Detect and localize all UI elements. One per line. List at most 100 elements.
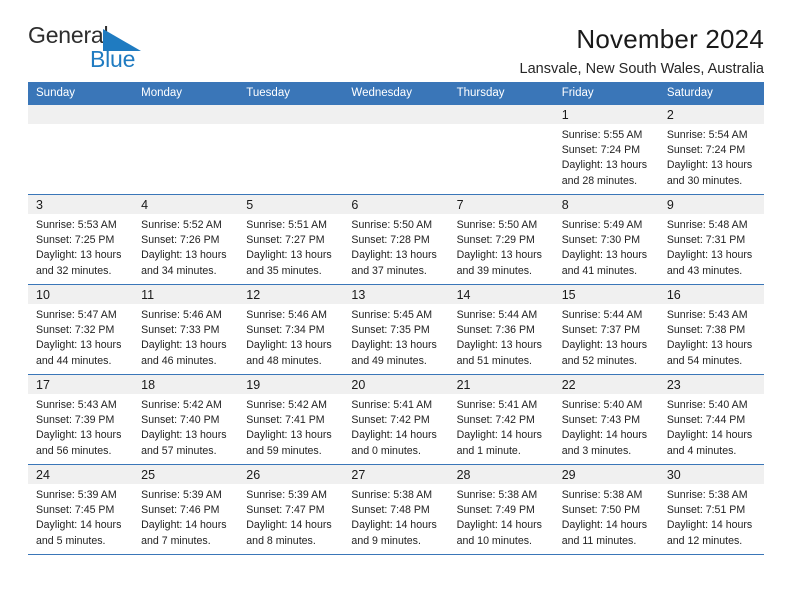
calendar-day-cell[interactable]: 2 Sunrise: 5:54 AM Sunset: 7:24 PM Daylight…: [658, 104, 764, 195]
calendar-day-cell[interactable]: 12 Sunrise: 5:46 AM Sunset: 7:34 PM Dayligh…: [238, 284, 344, 375]
day-details: Sunrise: 5:39 AM Sunset: 7:45 PM Daylight:…: [28, 484, 133, 549]
calendar-day-cell[interactable]: 4 Sunrise: 5:52 AM Sunset: 7:26 PM Daylight…: [133, 194, 239, 285]
weekday-header-tuesday: Tuesday: [238, 82, 344, 105]
calendar-day-cell[interactable]: 23 Sunrise: 5:40 AM Sunset: 7:44 PM Dayligh…: [658, 374, 764, 465]
daylight-text: Daylight: 13 hours and 30 minutes.: [666, 159, 753, 187]
sunrise-text: Sunrise: 5:52 AM: [141, 219, 222, 231]
sunset-text: Sunset: 7:35 PM: [351, 324, 430, 337]
daylight-text: Daylight: 14 hours and 1 minute.: [456, 429, 542, 457]
sunset-text: Sunset: 7:24 PM: [666, 144, 746, 157]
calendar-day-cell[interactable]: 14 Sunrise: 5:44 AM Sunset: 7:36 PM Dayligh…: [448, 284, 554, 375]
day-number: 29: [553, 465, 659, 484]
sunset-text: Sunset: 7:43 PM: [561, 414, 641, 427]
page-header: General Blue November 2024 Lansvale, New…: [28, 0, 764, 78]
sunset-text: Sunset: 7:26 PM: [141, 234, 220, 247]
calendar-day-cell[interactable]: 21 Sunrise: 5:41 AM Sunset: 7:42 PM Dayligh…: [448, 374, 554, 465]
page-subtitle: Lansvale, New South Wales, Australia: [519, 61, 764, 78]
day-details: Sunrise: 5:54 AM Sunset: 7:24 PM Daylight:…: [659, 124, 764, 189]
weekday-header-thursday: Thursday: [448, 82, 554, 105]
sunrise-text: Sunrise: 5:51 AM: [246, 219, 327, 231]
sunset-text: Sunset: 7:46 PM: [141, 504, 220, 517]
day-details: Sunrise: 5:43 AM Sunset: 7:38 PM Daylight:…: [659, 304, 764, 369]
calendar-day-cell[interactable]: 10 Sunrise: 5:47 AM Sunset: 7:32 PM Dayligh…: [28, 284, 134, 375]
daylight-text: Daylight: 13 hours and 48 minutes.: [246, 339, 332, 367]
day-details: Sunrise: 5:38 AM Sunset: 7:49 PM Daylight:…: [449, 484, 554, 549]
sunset-text: Sunset: 7:50 PM: [561, 504, 641, 517]
calendar-body: 1 Sunrise: 5:55 AM Sunset: 7:24 PM Daylight…: [28, 104, 764, 555]
day-details: Sunrise: 5:49 AM Sunset: 7:30 PM Daylight:…: [554, 214, 659, 279]
day-number: 11: [133, 285, 239, 304]
calendar-day-cell[interactable]: 24 Sunrise: 5:39 AM Sunset: 7:45 PM Dayligh…: [28, 464, 134, 555]
sunset-text: Sunset: 7:36 PM: [456, 324, 535, 337]
day-number: 6: [343, 195, 449, 214]
calendar-day-cell[interactable]: 20 Sunrise: 5:41 AM Sunset: 7:42 PM Dayligh…: [343, 374, 449, 465]
calendar-page: General Blue November 2024 Lansvale, New…: [0, 0, 792, 612]
sunset-text: Sunset: 7:30 PM: [561, 234, 641, 247]
calendar-day-cell[interactable]: 16 Sunrise: 5:43 AM Sunset: 7:38 PM Dayligh…: [658, 284, 764, 375]
day-number: 30: [658, 465, 764, 484]
calendar-day-cell-empty: [28, 104, 134, 195]
calendar-day-cell[interactable]: 18 Sunrise: 5:42 AM Sunset: 7:40 PM Dayligh…: [133, 374, 239, 465]
sunrise-text: Sunrise: 5:38 AM: [351, 489, 433, 501]
daylight-text: Daylight: 13 hours and 35 minutes.: [246, 249, 332, 277]
day-number: [343, 105, 449, 124]
day-number: [448, 105, 554, 124]
calendar-week-row: 3 Sunrise: 5:53 AM Sunset: 7:25 PM Daylight…: [28, 194, 764, 285]
calendar-table: Sunday Monday Tuesday Wednesday Thursday…: [28, 82, 764, 555]
sunrise-text: Sunrise: 5:48 AM: [666, 219, 748, 231]
calendar-day-cell[interactable]: 1 Sunrise: 5:55 AM Sunset: 7:24 PM Daylight…: [553, 104, 659, 195]
calendar-day-cell[interactable]: 13 Sunrise: 5:45 AM Sunset: 7:35 PM Dayligh…: [343, 284, 449, 375]
day-number: 16: [658, 285, 764, 304]
calendar-day-cell[interactable]: 22 Sunrise: 5:40 AM Sunset: 7:43 PM Dayligh…: [553, 374, 659, 465]
day-details: Sunrise: 5:52 AM Sunset: 7:26 PM Daylight:…: [133, 214, 238, 279]
day-number: 2: [658, 105, 764, 124]
calendar-week-row: 17 Sunrise: 5:43 AM Sunset: 7:39 PM Dayligh…: [28, 374, 764, 465]
daylight-text: Daylight: 14 hours and 0 minutes.: [351, 429, 437, 457]
day-details: Sunrise: 5:47 AM Sunset: 7:32 PM Daylight:…: [28, 304, 133, 369]
general-blue-logo[interactable]: General Blue: [28, 24, 158, 76]
calendar-day-cell[interactable]: 30 Sunrise: 5:38 AM Sunset: 7:51 PM Dayligh…: [658, 464, 764, 555]
sunset-text: Sunset: 7:38 PM: [666, 324, 746, 337]
sunrise-text: Sunrise: 5:46 AM: [141, 309, 222, 321]
calendar-day-cell[interactable]: 6 Sunrise: 5:50 AM Sunset: 7:28 PM Daylight…: [343, 194, 449, 285]
day-details: Sunrise: 5:46 AM Sunset: 7:34 PM Daylight:…: [238, 304, 343, 369]
sunset-text: Sunset: 7:40 PM: [141, 414, 220, 427]
sunset-text: Sunset: 7:41 PM: [246, 414, 325, 427]
sunset-text: Sunset: 7:42 PM: [456, 414, 535, 427]
daylight-text: Daylight: 14 hours and 9 minutes.: [351, 519, 437, 547]
daylight-text: Daylight: 14 hours and 10 minutes.: [456, 519, 542, 547]
day-details: Sunrise: 5:39 AM Sunset: 7:47 PM Daylight:…: [238, 484, 343, 549]
weekday-header-monday: Monday: [133, 82, 239, 105]
daylight-text: Daylight: 13 hours and 52 minutes.: [561, 339, 648, 367]
daylight-text: Daylight: 14 hours and 11 minutes.: [561, 519, 648, 547]
sunrise-text: Sunrise: 5:53 AM: [36, 219, 117, 231]
daylight-text: Daylight: 13 hours and 34 minutes.: [141, 249, 227, 277]
calendar-day-cell[interactable]: 28 Sunrise: 5:38 AM Sunset: 7:49 PM Dayligh…: [448, 464, 554, 555]
daylight-text: Daylight: 13 hours and 57 minutes.: [141, 429, 227, 457]
calendar-day-cell[interactable]: 5 Sunrise: 5:51 AM Sunset: 7:27 PM Daylight…: [238, 194, 344, 285]
calendar-day-cell[interactable]: 25 Sunrise: 5:39 AM Sunset: 7:46 PM Dayligh…: [133, 464, 239, 555]
day-details: Sunrise: 5:55 AM Sunset: 7:24 PM Daylight:…: [554, 124, 659, 189]
calendar-day-cell[interactable]: 11 Sunrise: 5:46 AM Sunset: 7:33 PM Dayligh…: [133, 284, 239, 375]
sunrise-text: Sunrise: 5:49 AM: [561, 219, 643, 231]
sunset-text: Sunset: 7:39 PM: [36, 414, 115, 427]
calendar-day-cell[interactable]: 19 Sunrise: 5:42 AM Sunset: 7:41 PM Dayligh…: [238, 374, 344, 465]
sunrise-text: Sunrise: 5:47 AM: [36, 309, 117, 321]
calendar-day-cell[interactable]: 8 Sunrise: 5:49 AM Sunset: 7:30 PM Daylight…: [553, 194, 659, 285]
calendar-day-cell[interactable]: 15 Sunrise: 5:44 AM Sunset: 7:37 PM Dayligh…: [553, 284, 659, 375]
calendar-day-cell[interactable]: 27 Sunrise: 5:38 AM Sunset: 7:48 PM Dayligh…: [343, 464, 449, 555]
sunset-text: Sunset: 7:29 PM: [456, 234, 535, 247]
calendar-day-cell[interactable]: 29 Sunrise: 5:38 AM Sunset: 7:50 PM Dayligh…: [553, 464, 659, 555]
calendar-day-cell[interactable]: 9 Sunrise: 5:48 AM Sunset: 7:31 PM Daylight…: [658, 194, 764, 285]
sunrise-text: Sunrise: 5:39 AM: [246, 489, 327, 501]
sunrise-text: Sunrise: 5:54 AM: [666, 129, 748, 141]
daylight-text: Daylight: 13 hours and 59 minutes.: [246, 429, 332, 457]
sunset-text: Sunset: 7:27 PM: [246, 234, 325, 247]
calendar-day-cell[interactable]: 26 Sunrise: 5:39 AM Sunset: 7:47 PM Dayligh…: [238, 464, 344, 555]
calendar-day-cell[interactable]: 7 Sunrise: 5:50 AM Sunset: 7:29 PM Daylight…: [448, 194, 554, 285]
day-number: 21: [448, 375, 554, 394]
daylight-text: Daylight: 14 hours and 3 minutes.: [561, 429, 648, 457]
calendar-day-cell[interactable]: 3 Sunrise: 5:53 AM Sunset: 7:25 PM Daylight…: [28, 194, 134, 285]
calendar-day-cell[interactable]: 17 Sunrise: 5:43 AM Sunset: 7:39 PM Dayligh…: [28, 374, 134, 465]
day-number: 18: [133, 375, 239, 394]
